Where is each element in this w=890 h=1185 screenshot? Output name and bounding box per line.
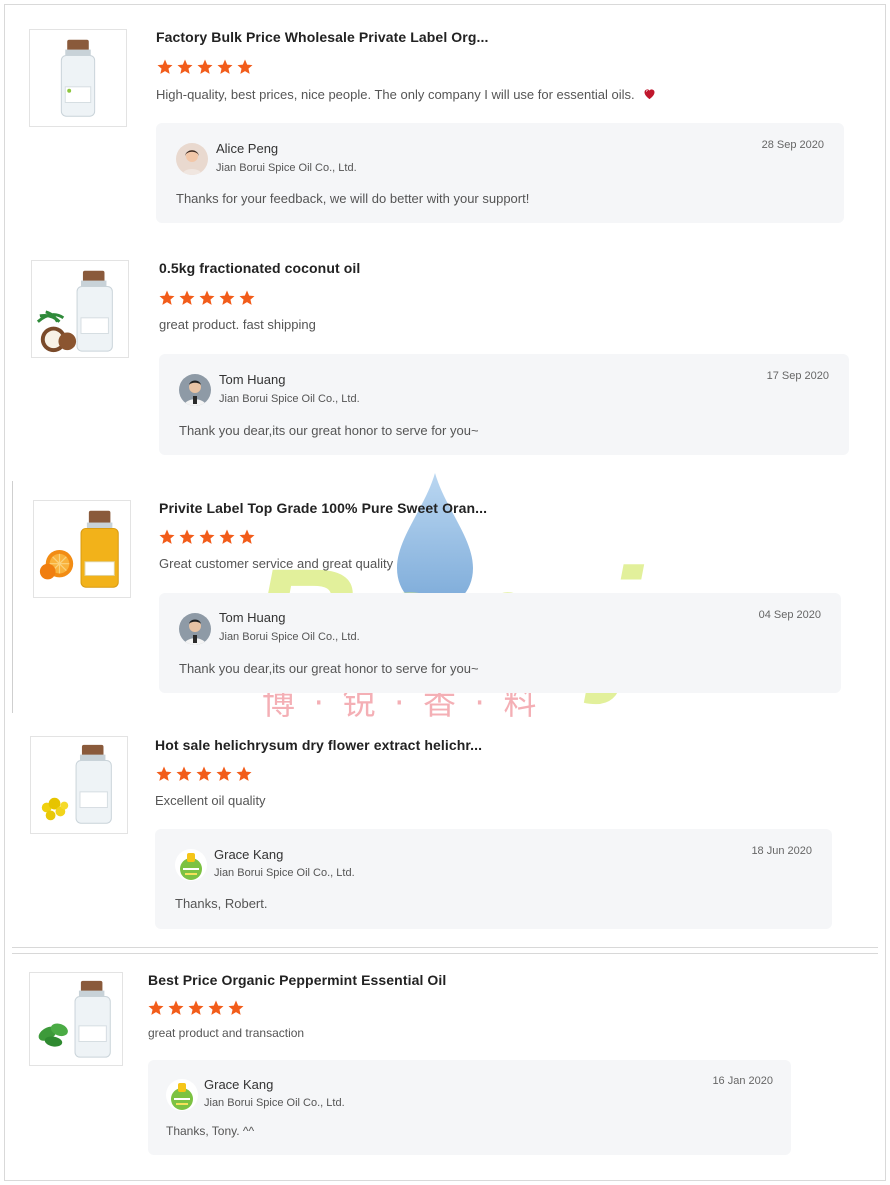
avatar (179, 613, 211, 645)
product-thumbnail[interactable] (29, 29, 127, 127)
reply-company: Jian Borui Spice Oil Co., Ltd. (219, 631, 360, 643)
product-title[interactable]: 0.5kg fractionated coconut oil (159, 260, 360, 276)
reply-company: Jian Borui Spice Oil Co., Ltd. (214, 867, 355, 879)
seller-reply: Tom Huang Jian Borui Spice Oil Co., Ltd.… (159, 354, 849, 455)
star-icon (219, 529, 235, 544)
reply-author-name: Grace Kang (214, 847, 284, 862)
star-icon (237, 59, 253, 74)
star-icon (176, 766, 192, 781)
reply-text: Thanks, Tony. ^^ (166, 1124, 255, 1138)
star-icon (179, 290, 195, 305)
product-title[interactable]: Factory Bulk Price Wholesale Private Lab… (156, 29, 488, 45)
reply-text: Thank you dear,its our great honor to se… (179, 661, 479, 676)
reply-date: 17 Sep 2020 (766, 370, 829, 382)
reply-author-name: Tom Huang (219, 610, 286, 625)
review-comment: High-quality, best prices, nice people. … (156, 86, 658, 102)
bottle-icon (60, 39, 96, 117)
reply-company: Jian Borui Spice Oil Co., Ltd. (219, 393, 360, 405)
reply-company: Jian Borui Spice Oil Co., Ltd. (204, 1097, 345, 1109)
peppermint-oil-bottle-icon (38, 980, 111, 1058)
star-icon (159, 290, 175, 305)
star-icon (196, 766, 212, 781)
star-icon (239, 290, 255, 305)
star-icon (197, 59, 213, 74)
seller-reply: Grace Kang Jian Borui Spice Oil Co., Ltd… (148, 1060, 791, 1155)
avatar (175, 849, 207, 881)
reply-author-name: Alice Peng (216, 141, 279, 156)
avatar (176, 143, 208, 175)
seller-reply: Grace Kang Jian Borui Spice Oil Co., Ltd… (155, 829, 832, 929)
star-icon (188, 1000, 204, 1015)
reply-author-name: Grace Kang (204, 1077, 274, 1092)
star-icon (168, 1000, 184, 1015)
reply-text: Thanks, Robert. (175, 896, 268, 911)
reply-date: 28 Sep 2020 (761, 139, 824, 151)
helichrysum-oil-bottle-icon (41, 744, 112, 824)
star-icon (236, 766, 252, 781)
star-icon (228, 1000, 244, 1015)
review-comment-text: High-quality, best prices, nice people. … (156, 87, 635, 102)
product-thumbnail[interactable] (31, 260, 129, 358)
star-rating (158, 289, 256, 307)
side-rule (12, 481, 13, 713)
review-comment: great product. fast shipping (159, 317, 316, 332)
star-rating (155, 765, 253, 783)
star-icon (199, 529, 215, 544)
star-rating (156, 58, 254, 76)
star-rating (158, 528, 256, 546)
reply-date: 04 Sep 2020 (758, 609, 821, 621)
section-divider (12, 947, 878, 948)
reply-author-name: Tom Huang (219, 372, 286, 387)
star-icon (217, 59, 233, 74)
product-title[interactable]: Best Price Organic Peppermint Essential … (148, 972, 446, 988)
seller-reply: Alice Peng Jian Borui Spice Oil Co., Ltd… (156, 123, 844, 223)
star-icon (199, 290, 215, 305)
product-title[interactable]: Hot sale helichrysum dry flower extract … (155, 737, 482, 753)
product-title[interactable]: Privite Label Top Grade 100% Pure Sweet … (159, 500, 487, 516)
reply-company: Jian Borui Spice Oil Co., Ltd. (216, 162, 357, 174)
product-thumbnail[interactable] (33, 500, 131, 598)
star-icon (219, 290, 235, 305)
coconut-oil-bottle-icon (36, 270, 113, 353)
reply-date: 18 Jun 2020 (751, 845, 812, 857)
avatar (166, 1079, 198, 1111)
star-icon (156, 766, 172, 781)
star-rating (147, 999, 245, 1017)
review-comment: great product and transaction (148, 1026, 305, 1040)
review-comment: Great customer service and great quality (159, 556, 394, 571)
star-icon (179, 529, 195, 544)
reply-text: Thanks for your feedback, we will do bet… (176, 191, 530, 206)
orange-oil-bottle-icon (39, 510, 119, 588)
star-icon (216, 766, 232, 781)
product-thumbnail[interactable] (29, 972, 123, 1066)
star-icon (148, 1000, 164, 1015)
reply-date: 16 Jan 2020 (712, 1075, 773, 1087)
avatar (179, 374, 211, 406)
star-icon (177, 59, 193, 74)
seller-reply: Tom Huang Jian Borui Spice Oil Co., Ltd.… (159, 593, 841, 693)
reply-text: Thank you dear,its our great honor to se… (179, 423, 479, 438)
star-icon (157, 59, 173, 74)
star-icon (159, 529, 175, 544)
review-comment: Excellent oil quality (155, 793, 266, 808)
star-icon (239, 529, 255, 544)
product-thumbnail[interactable] (30, 736, 128, 834)
star-icon (208, 1000, 224, 1015)
heart-icon (644, 89, 655, 100)
section-divider (12, 953, 878, 954)
